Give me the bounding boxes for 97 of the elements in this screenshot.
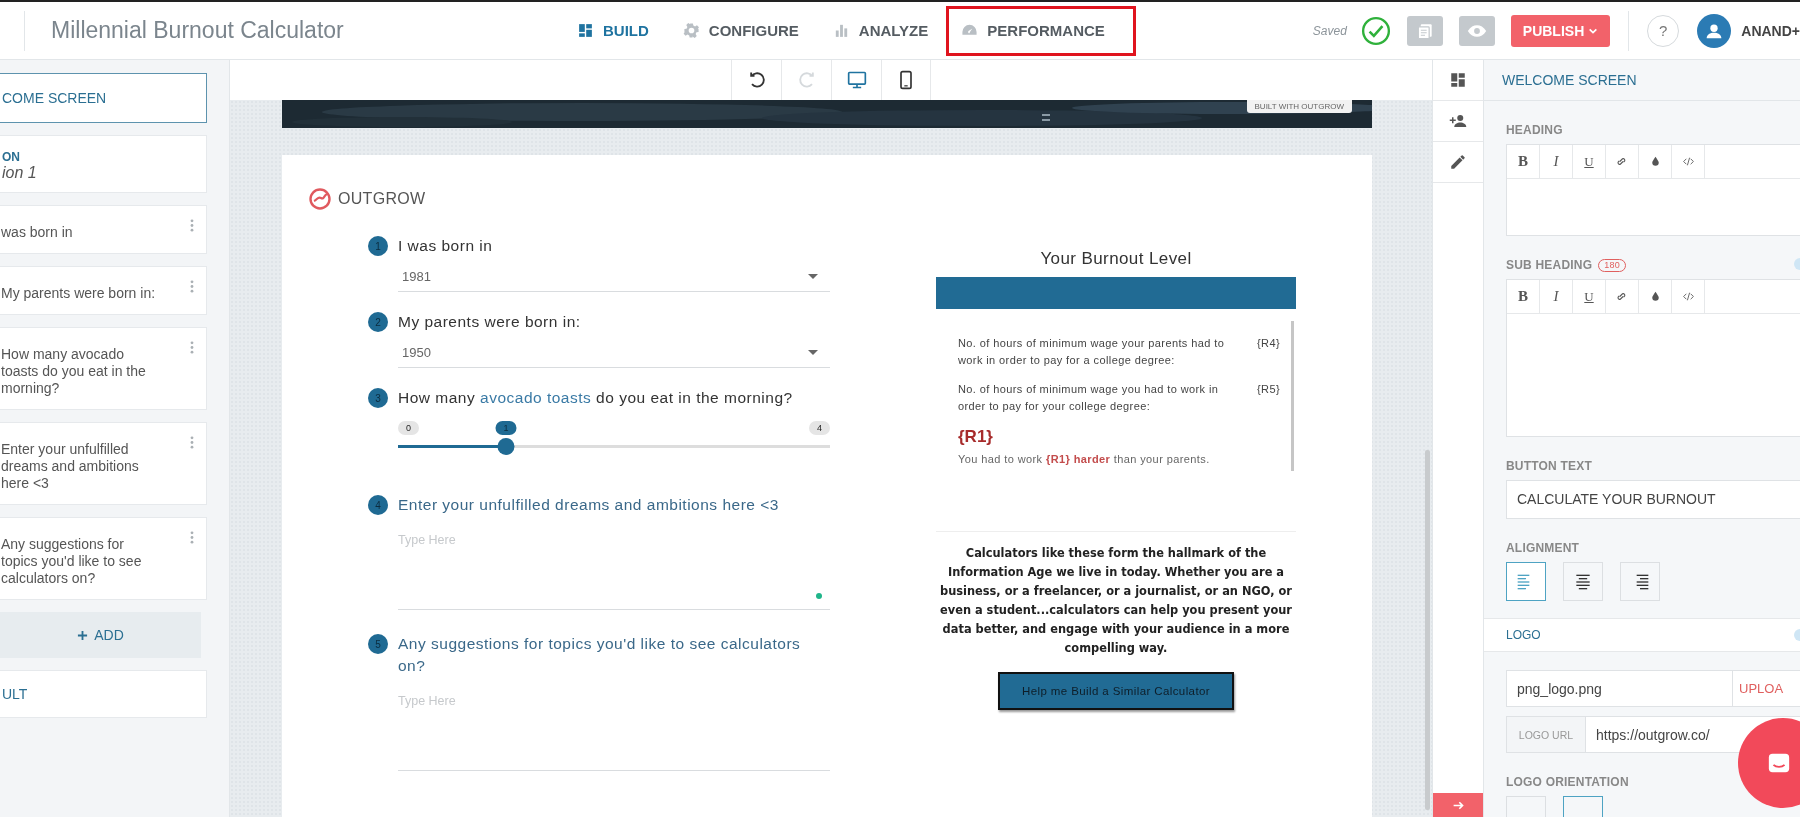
slider-max-label: 4 xyxy=(809,421,830,435)
add-user-icon xyxy=(1449,112,1467,130)
save-status: Saved xyxy=(1312,23,1347,38)
scrollbar[interactable] xyxy=(1425,450,1430,810)
more-icon[interactable] xyxy=(190,219,194,232)
question-number: 2 xyxy=(368,312,388,332)
rich-text-editor[interactable]: B I U xyxy=(1506,279,1800,437)
dropdown-caret-icon xyxy=(808,349,818,355)
description-text: Calculators like these form the hallmark of the Information Age we live in today. Whether you are a business, or a freelancer, or a journalist, or an NGO, or even a student...calculators can help you present your data better, and engage with your audience in a more compelling way. xyxy=(939,545,1293,657)
format-button[interactable]: I xyxy=(1540,280,1573,313)
panel-title: WELCOME SCREEN xyxy=(1484,60,1800,101)
question-number: 4 xyxy=(368,495,388,515)
slider-value-label: 1 xyxy=(495,421,517,435)
upload-button[interactable]: UPLOA xyxy=(1732,671,1800,706)
result-label: No. of hours of minimum wage your parents had to work in order to pay for a college degree: xyxy=(958,336,1226,368)
question-text: Enter your unfulfilled dreams and ambitions here <3 xyxy=(1,441,140,492)
orientation-button[interactable] xyxy=(1563,796,1603,817)
section-title: ON xyxy=(2,150,21,164)
scrollbar[interactable] xyxy=(1291,321,1294,471)
avatar[interactable] xyxy=(1697,13,1732,48)
grid-icon xyxy=(1449,71,1467,89)
dropdown-field[interactable]: 1950 xyxy=(398,337,830,368)
result-label: No. of hours of minimum wage you had to work in order to pay for your college degree: xyxy=(958,382,1220,414)
question-text: My parents were born in: xyxy=(1,285,157,302)
question-label: My parents were born in: xyxy=(398,312,582,332)
file-field[interactable]: png_logo.png UPLOA xyxy=(1506,670,1800,707)
field-label: BUTTON TEXT xyxy=(1506,459,1593,473)
result-value: {R4} xyxy=(1257,336,1280,351)
nav-tab[interactable]: ANALYZE xyxy=(816,5,945,56)
rich-text-editor[interactable]: B I U xyxy=(1506,144,1800,236)
sidebar-item[interactable]: How many avocado toasts do you eat in the morning? xyxy=(0,327,207,410)
result-value: {R1} xyxy=(958,427,994,447)
nav-tab[interactable]: BUILD xyxy=(561,5,665,56)
format-button[interactable]: B xyxy=(1507,145,1540,178)
check-circle-icon xyxy=(1360,15,1391,46)
url-label: LOGO URL xyxy=(1507,717,1586,752)
code-icon xyxy=(1681,290,1695,303)
result-sentence: You had to work {R1} harder than your parents. xyxy=(958,453,1211,465)
sidebar-item[interactable]: Any suggestions for topics you'd like to see calculators on? xyxy=(0,517,207,600)
field-label: ALIGNMENT xyxy=(1506,541,1581,555)
url-value: https://outgrow.co/ xyxy=(1595,726,1710,743)
more-icon[interactable] xyxy=(190,341,194,354)
text-input[interactable]: CALCULATE YOUR BURNOUT xyxy=(1506,480,1800,519)
result-value: {R5} xyxy=(1257,382,1280,397)
more-icon[interactable] xyxy=(190,436,194,449)
section-subtitle: ion 1 xyxy=(2,164,38,182)
slider-thumb[interactable] xyxy=(497,438,515,455)
field-label: HEADING xyxy=(1506,123,1564,137)
preview-button[interactable] xyxy=(1458,15,1495,46)
pencil-icon xyxy=(1449,153,1467,171)
app-title: Millennial Burnout Calculator xyxy=(51,17,345,44)
result-title: Your Burnout Level xyxy=(1040,249,1192,269)
sidebar-item[interactable]: ULT xyxy=(0,670,207,718)
dropdown-caret-icon xyxy=(808,273,818,279)
sidebar-item[interactable]: ON ion 1 xyxy=(0,135,207,193)
question-number: 5 xyxy=(368,634,388,654)
section-label: LOGO xyxy=(1506,628,1541,642)
monitor-icon xyxy=(846,70,867,90)
slider-min-label: 0 xyxy=(398,421,419,435)
question-number: 3 xyxy=(368,388,388,408)
format-button[interactable]: B xyxy=(1507,280,1540,313)
more-icon[interactable] xyxy=(190,531,194,544)
slider-track[interactable] xyxy=(398,438,830,455)
chat-icon xyxy=(1766,751,1792,775)
question-label: How many avocado toasts do you eat in the morning? xyxy=(398,388,794,408)
settings-icon xyxy=(682,22,700,39)
built-with-badge[interactable]: BUILT WITH OUTGROW xyxy=(1246,100,1352,113)
more-icon[interactable] xyxy=(190,280,194,293)
plus-icon xyxy=(77,629,89,641)
nav-tab[interactable]: CONFIGURE xyxy=(666,5,815,56)
field-label: LOGO ORIENTATION xyxy=(1506,775,1630,789)
question-text: was born in xyxy=(1,224,74,241)
redo-icon xyxy=(796,70,817,90)
field-label: SUB HEADING xyxy=(1506,258,1593,272)
sidebar-item[interactable]: COME SCREEN xyxy=(0,73,207,123)
format-button[interactable]: U xyxy=(1573,145,1606,178)
next-button[interactable] xyxy=(1433,793,1483,817)
code-icon xyxy=(1681,155,1695,168)
format-button[interactable]: U xyxy=(1573,280,1606,313)
grid-icon xyxy=(577,22,594,39)
add-button[interactable]: ADD xyxy=(0,612,201,658)
sidebar-item[interactable]: My parents were born in: xyxy=(0,266,207,315)
question-number: 1 xyxy=(368,236,388,256)
duplicate-button[interactable] xyxy=(1406,15,1443,46)
sidebar-item[interactable]: was born in xyxy=(0,205,207,254)
format-button[interactable]: I xyxy=(1540,145,1573,178)
logo-icon xyxy=(308,187,332,211)
question-label: I was born in xyxy=(398,236,494,256)
question-text: How many avocado toasts do you eat in the morning? xyxy=(1,346,147,397)
user-name[interactable]: ANAND+ xyxy=(1741,22,1800,39)
dropdown-field[interactable]: 1981 xyxy=(398,261,830,292)
question-label: Any suggestions for topics you'd like to see calculators on? xyxy=(398,634,802,676)
nav-tab[interactable]: PERFORMANCE xyxy=(946,5,1136,56)
question-label: Enter your unfulfilled dreams and ambitions here <3 xyxy=(398,495,780,515)
question-text: Any suggestions for topics you'd like to see calculators on? xyxy=(1,536,143,587)
logo-text: OUTGROW xyxy=(338,190,426,208)
sidebar-item[interactable]: Enter your unfulfilled dreams and ambitions here <3 xyxy=(0,422,207,505)
